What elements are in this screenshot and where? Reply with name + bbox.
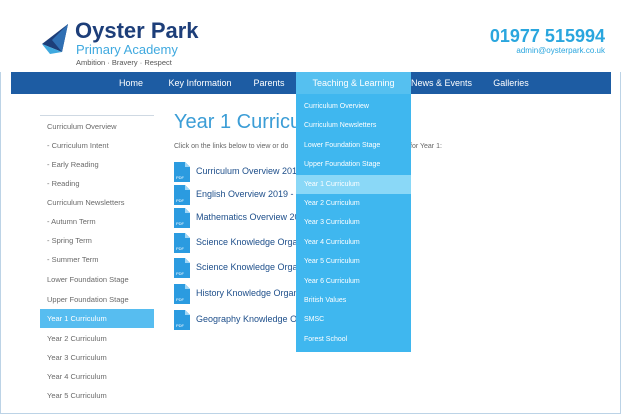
document-label: Science Knowledge Organi: [196, 262, 305, 272]
document-label: Mathematics Overview 201: [196, 212, 305, 222]
sidebar-item-autumn-term[interactable]: - Autumn Term: [40, 212, 154, 231]
page-title: Year 1 Curricu: [174, 111, 302, 133]
svg-text:PDF: PDF: [176, 175, 185, 180]
dropdown-item-year-1-curriculum[interactable]: Year 1 Curriculum: [296, 174, 411, 194]
nav-item-home[interactable]: Home: [106, 72, 156, 94]
teaching-learning-dropdown: Curriculum Overview Curriculum Newslette…: [296, 94, 411, 352]
document-label: History Knowledge Organis: [196, 288, 306, 298]
phone-number[interactable]: 01977 515994: [490, 26, 605, 47]
svg-text:PDF: PDF: [176, 297, 185, 302]
document-label: Geography Knowledge Org: [196, 314, 306, 324]
pdf-file-icon: PDF: [174, 185, 190, 205]
sidebar-item-year-3-curriculum[interactable]: Year 3 Curriculum: [40, 348, 154, 367]
intro-text-tail: for Year 1:: [410, 143, 442, 150]
main-navigation: Home Key Information Parents Teaching & …: [11, 72, 611, 94]
svg-text:PDF: PDF: [176, 198, 185, 203]
dropdown-item-smsc[interactable]: SMSC: [296, 310, 411, 329]
sidebar-item-curriculum-intent[interactable]: - Curriculum Intent: [40, 136, 154, 155]
sidebar-item-year-5-curriculum[interactable]: Year 5 Curriculum: [40, 386, 154, 405]
intro-text: Click on the links below to view or do: [174, 143, 289, 150]
sidebar-item-year-1-curriculum[interactable]: Year 1 Curriculum: [40, 309, 154, 328]
brand-title: Oyster Park: [75, 18, 199, 43]
pdf-file-icon: PDF: [174, 208, 190, 228]
svg-text:PDF: PDF: [176, 323, 185, 328]
dropdown-item-year-3-curriculum[interactable]: Year 3 Curriculum: [296, 213, 411, 232]
sidebar-item-lower-foundation-stage[interactable]: Lower Foundation Stage: [40, 270, 154, 289]
svg-text:PDF: PDF: [176, 221, 185, 226]
dropdown-item-lower-foundation-stage[interactable]: Lower Foundation Stage: [296, 136, 411, 155]
sidebar-item-spring-term[interactable]: - Spring Term: [40, 231, 154, 250]
nav-item-news-events[interactable]: News & Events: [409, 72, 474, 94]
sidebar-item-reading[interactable]: - Reading: [40, 174, 154, 193]
svg-text:PDF: PDF: [176, 246, 185, 251]
dropdown-item-upper-foundation-stage[interactable]: Upper Foundation Stage: [296, 155, 411, 174]
sidebar-divider: [40, 115, 154, 116]
brand-motto: Ambition · Bravery · Respect: [76, 58, 172, 67]
nav-item-parents[interactable]: Parents: [244, 72, 294, 94]
email-link[interactable]: admin@oysterpark.co.uk: [516, 46, 605, 55]
document-label: Curriculum Overview 2019: [196, 166, 303, 176]
dropdown-item-year-6-curriculum[interactable]: Year 6 Curriculum: [296, 272, 411, 291]
sailboat-logo-icon: [42, 24, 68, 54]
dropdown-item-year-4-curriculum[interactable]: Year 4 Curriculum: [296, 233, 411, 252]
svg-text:PDF: PDF: [176, 271, 185, 276]
dropdown-item-forest-school[interactable]: Forest School: [296, 330, 411, 349]
pdf-file-icon: PDF: [174, 310, 190, 330]
site-header: Oyster Park Primary Academy Ambition · B…: [0, 0, 621, 72]
dropdown-item-curriculum-overview[interactable]: Curriculum Overview: [296, 97, 411, 116]
nav-item-key-information[interactable]: Key Information: [159, 72, 241, 94]
document-label: Science Knowledge Organi: [196, 237, 305, 247]
dropdown-item-british-values[interactable]: British Values: [296, 291, 411, 310]
dropdown-item-year-5-curriculum[interactable]: Year 5 Curriculum: [296, 252, 411, 271]
sidebar-item-year-2-curriculum[interactable]: Year 2 Curriculum: [40, 329, 154, 348]
pdf-file-icon: PDF: [174, 284, 190, 304]
dropdown-item-year-2-curriculum[interactable]: Year 2 Curriculum: [296, 194, 411, 213]
sidebar-item-curriculum-overview[interactable]: Curriculum Overview: [40, 117, 154, 136]
pdf-file-icon: PDF: [174, 162, 190, 182]
sidebar-item-upper-foundation-stage[interactable]: Upper Foundation Stage: [40, 290, 154, 309]
nav-item-teaching-learning[interactable]: Teaching & Learning: [296, 72, 411, 94]
sidebar-item-curriculum-newsletters[interactable]: Curriculum Newsletters: [40, 193, 154, 212]
brand-subtitle: Primary Academy: [76, 42, 178, 57]
sidebar-item-year-4-curriculum[interactable]: Year 4 Curriculum: [40, 367, 154, 386]
pdf-file-icon: PDF: [174, 233, 190, 253]
pdf-file-icon: PDF: [174, 258, 190, 278]
sidebar-item-summer-term[interactable]: - Summer Term: [40, 250, 154, 269]
nav-item-galleries[interactable]: Galleries: [486, 72, 536, 94]
sidebar-item-early-reading[interactable]: - Early Reading: [40, 155, 154, 174]
dropdown-item-curriculum-newsletters[interactable]: Curriculum Newsletters: [296, 116, 411, 135]
document-label: English Overview 2019 - 2: [196, 189, 302, 199]
